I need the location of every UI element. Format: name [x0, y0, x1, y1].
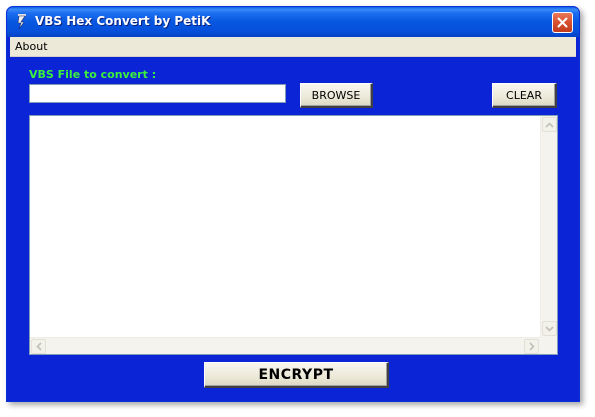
clear-button[interactable]: CLEAR: [492, 83, 557, 108]
scroll-up-button[interactable]: [542, 117, 557, 132]
script-icon: [15, 12, 29, 30]
scroll-right-button[interactable]: [524, 339, 539, 354]
arrow-left-icon: [35, 342, 42, 351]
scroll-left-button[interactable]: [31, 339, 46, 354]
scrollbar-corner: [540, 337, 557, 354]
browse-button[interactable]: BROWSE: [300, 83, 373, 108]
vertical-scrollbar[interactable]: [540, 116, 557, 337]
menu-about[interactable]: About: [15, 40, 48, 53]
menu-bar: About: [10, 37, 576, 57]
encrypt-button[interactable]: ENCRYPT: [204, 362, 389, 388]
arrow-up-icon: [545, 121, 554, 128]
title-bar[interactable]: VBS Hex Convert by PetiK: [7, 7, 579, 37]
output-textarea[interactable]: [30, 116, 540, 337]
window-title: VBS Hex Convert by PetiK: [35, 14, 211, 28]
app-window: VBS Hex Convert by PetiK About VBS File …: [6, 6, 580, 402]
horizontal-scrollbar[interactable]: [30, 337, 540, 354]
file-path-input[interactable]: [29, 84, 286, 103]
close-icon: [557, 13, 568, 32]
arrow-down-icon: [545, 325, 554, 332]
output-textarea-container: [29, 115, 558, 355]
close-button[interactable]: [552, 12, 573, 33]
scroll-down-button[interactable]: [542, 321, 557, 336]
file-to-convert-label: VBS File to convert :: [29, 68, 157, 81]
arrow-right-icon: [528, 342, 535, 351]
